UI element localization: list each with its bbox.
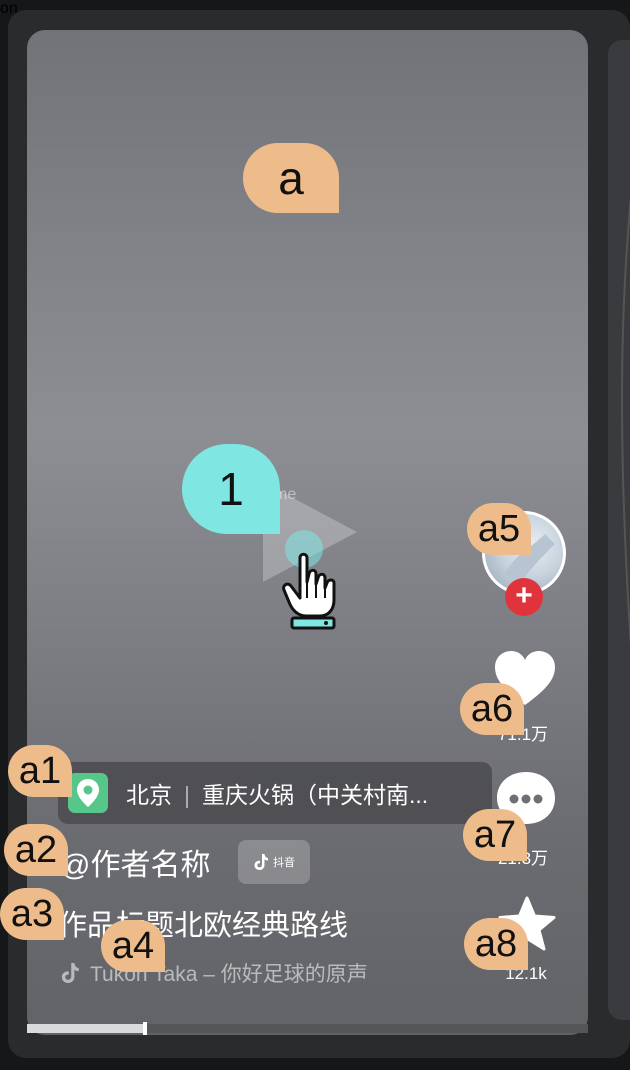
location-pin-icon [68,773,108,813]
annotation-step-1: 1 [182,444,280,534]
progress-knob[interactable] [143,1022,147,1035]
annotation-a7: a7 [463,809,527,861]
annotation-a6: a6 [460,683,524,735]
location-city: 北京 [126,782,172,808]
location-text: 北京 重庆火锅（中关村南... [126,776,428,810]
douyin-badge: 抖音 [238,840,310,884]
location-tag[interactable]: 北京 重庆火锅（中关村南... [58,762,492,824]
annotation-a3: a3 [0,888,64,940]
douyin-logo-icon [254,854,268,870]
follow-button[interactable]: + [505,578,543,616]
preview-graphic [621,196,630,647]
annotation-a2: a2 [4,824,68,876]
location-divider [186,785,188,808]
pointer-hand-icon [282,552,336,630]
location-place: 重庆火锅（中关村南... [202,782,429,808]
next-video-preview[interactable] [608,40,630,1020]
author-handle[interactable]: @作者名称 [60,840,210,884]
music-note-icon [61,963,79,983]
annotation-a1: a1 [8,745,72,797]
annotation-a4: a4 [101,920,165,972]
annotation-a: a [243,143,339,213]
progress-fill [27,1024,145,1033]
annotation-a8: a8 [464,918,528,970]
annotation-a5: a5 [467,503,531,555]
douyin-badge-text: 抖音 [273,857,295,869]
